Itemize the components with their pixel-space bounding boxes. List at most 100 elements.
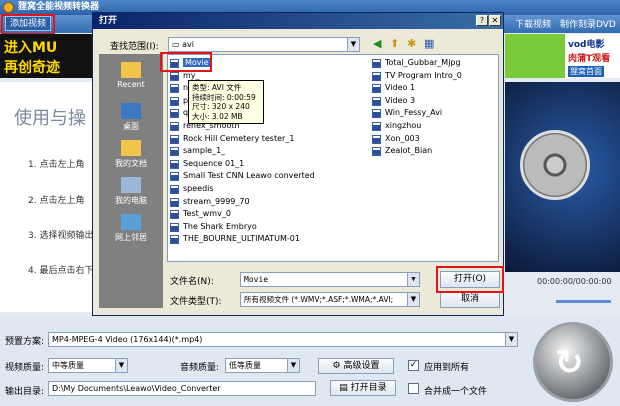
- dialog-titlebar: 打开: [93, 13, 503, 29]
- file-item[interactable]: Test_wmv_0: [183, 209, 231, 218]
- instruction-step: 2. 点击左上角: [28, 196, 85, 206]
- video-file-icon: [170, 172, 179, 182]
- download-video-link[interactable]: 下载视频: [515, 17, 551, 30]
- video-file-icon: [170, 109, 179, 119]
- file-item[interactable]: speedis: [183, 184, 214, 193]
- open-dir-label: 打开目录: [350, 383, 387, 393]
- merge-checkbox[interactable]: [408, 383, 419, 394]
- right-ad-image: [505, 34, 565, 78]
- app-logo-icon: [3, 2, 14, 13]
- ad-badge[interactable]: 狸窝首面: [568, 66, 604, 77]
- up-folder-icon[interactable]: ⬆: [390, 37, 399, 50]
- video-quality-label: 视频质量:: [5, 363, 45, 373]
- burn-dvd-link[interactable]: 制作刻录DVD: [560, 17, 616, 30]
- file-item[interactable]: Sequence 01_1: [183, 159, 244, 168]
- app-title: 狸窝全能视频转换器: [18, 2, 100, 12]
- lookin-select[interactable]: ▭ avi ▼: [168, 37, 360, 52]
- place-documents[interactable]: 我的文档: [99, 140, 163, 169]
- output-label: 输出目录:: [5, 387, 45, 397]
- video-file-icon: [372, 134, 381, 144]
- video-quality-value: 中等质量: [52, 361, 84, 370]
- audio-quality-select[interactable]: 低等质量 ▼: [225, 358, 300, 373]
- settings-icon: ⚙: [332, 361, 344, 371]
- video-file-icon: [372, 59, 381, 68]
- place-computer-label: 我的电脑: [115, 196, 147, 205]
- filename-value: Movie: [244, 275, 269, 284]
- open-dir-button[interactable]: ▤ 打开目录: [330, 380, 396, 396]
- video-file-icon: [170, 84, 179, 94]
- file-item[interactable]: sample_1_: [183, 146, 225, 155]
- place-network[interactable]: 网上邻居: [99, 214, 163, 243]
- instruction-step: 4. 最后点击右下: [28, 266, 94, 276]
- merge-label: 合并成一个文件: [424, 387, 488, 397]
- chevron-down-icon: ▼: [407, 273, 419, 286]
- video-file-icon: [170, 222, 179, 232]
- output-dir-field[interactable]: D:\My Documents\Leawo\Video_Converter: [48, 381, 316, 396]
- file-item[interactable]: Xon_003: [385, 134, 420, 143]
- video-quality-select[interactable]: 中等质量 ▼: [48, 358, 128, 373]
- highlight-open-button: [436, 266, 504, 293]
- film-reel-icon: [520, 130, 590, 200]
- dialog-title: 打开: [99, 16, 118, 26]
- place-computer[interactable]: 我的电脑: [99, 177, 163, 206]
- new-folder-icon[interactable]: ✱: [407, 37, 416, 50]
- desktop-icon: [121, 103, 141, 119]
- banner-line2: 再创奇迹: [4, 60, 60, 76]
- ad-name: vod电影: [568, 40, 605, 50]
- file-item[interactable]: Small Test CNN Leawo converted: [183, 171, 315, 180]
- filetype-label: 文件类型(T):: [170, 297, 222, 307]
- video-file-icon: [372, 122, 381, 131]
- filetype-select[interactable]: 所有视频文件 (*.WMV;*.ASF;*.WMA;*.AVI; ▼: [240, 292, 420, 307]
- file-item[interactable]: The Shark Embryo: [183, 222, 257, 231]
- cancel-button[interactable]: 取消: [440, 291, 500, 308]
- file-item[interactable]: TV Program Intro_0: [385, 71, 462, 80]
- place-desktop[interactable]: 桌面: [99, 103, 163, 132]
- place-recent-label: Recent: [117, 80, 145, 89]
- documents-icon: [121, 140, 141, 156]
- output-dir-value: D:\My Documents\Leawo\Video_Converter: [52, 384, 221, 393]
- file-item[interactable]: Rock Hill Cemetery tester_1: [183, 134, 294, 143]
- help-button[interactable]: ?: [476, 15, 488, 26]
- filetype-value: 所有视频文件 (*.WMV;*.ASF;*.WMA;*.AVI;: [244, 295, 394, 304]
- advanced-settings-label: 高级设置: [343, 361, 380, 371]
- time-readout: 00:00:00/00:00:00: [537, 277, 612, 286]
- file-item[interactable]: Video 3: [385, 96, 415, 105]
- recent-icon: [121, 62, 141, 78]
- file-tooltip: 类型: AVI 文件 持续时间: 0:00:59 尺寸: 320 x 240 大…: [188, 80, 264, 124]
- tooltip-type: 类型: AVI 文件: [192, 83, 242, 92]
- volume-slider[interactable]: [556, 300, 611, 303]
- preset-select[interactable]: MP4-MPEG-4 Video (176x144)(*.mp4) ▼: [48, 332, 518, 347]
- chevron-down-icon: ▼: [505, 333, 517, 346]
- chevron-down-icon: ▼: [407, 293, 419, 306]
- video-file-icon: [170, 134, 179, 144]
- tooltip-filesize: 大小: 3.02 MB: [192, 111, 243, 121]
- video-file-icon: [372, 109, 381, 119]
- back-icon[interactable]: ◀: [373, 37, 381, 50]
- filename-input[interactable]: Movie ▼: [240, 272, 420, 287]
- place-recent[interactable]: Recent: [99, 62, 163, 89]
- apply-all-label: 应用到所有: [424, 363, 470, 373]
- file-item[interactable]: Win_Fessy_Avi: [385, 108, 442, 117]
- view-menu-icon[interactable]: ▦: [424, 37, 434, 50]
- tooltip-duration: 持续时间: 0:00:59: [192, 92, 256, 102]
- video-file-icon: [170, 122, 179, 131]
- place-desktop-label: 桌面: [123, 122, 139, 131]
- folder-icon: ▤: [339, 383, 351, 393]
- video-file-icon: [170, 235, 179, 245]
- file-item[interactable]: Video 1: [385, 83, 415, 92]
- file-item[interactable]: Total_Gubbar_Mjpg: [385, 58, 461, 67]
- advanced-settings-button[interactable]: ⚙ 高级设置: [318, 358, 394, 374]
- audio-quality-label: 音频质量:: [180, 363, 220, 373]
- chevron-down-icon: ▼: [115, 359, 127, 372]
- preset-value: MP4-MPEG-4 Video (176x144)(*.mp4): [52, 335, 203, 344]
- file-item[interactable]: THE_BOURNE_ULTIMATUM-01: [183, 234, 300, 243]
- place-network-label: 网上邻居: [115, 233, 147, 242]
- chevron-down-icon: ▼: [287, 359, 299, 372]
- apply-all-checkbox[interactable]: ✓: [408, 360, 419, 371]
- close-icon[interactable]: ✕: [489, 15, 501, 26]
- instruction-step: 3. 选择视频输出: [28, 231, 94, 241]
- video-file-icon: [170, 147, 179, 157]
- file-item[interactable]: stream_9999_70: [183, 197, 250, 206]
- file-item[interactable]: xingzhou: [385, 121, 421, 130]
- file-item[interactable]: Zealot_Bian: [385, 146, 432, 155]
